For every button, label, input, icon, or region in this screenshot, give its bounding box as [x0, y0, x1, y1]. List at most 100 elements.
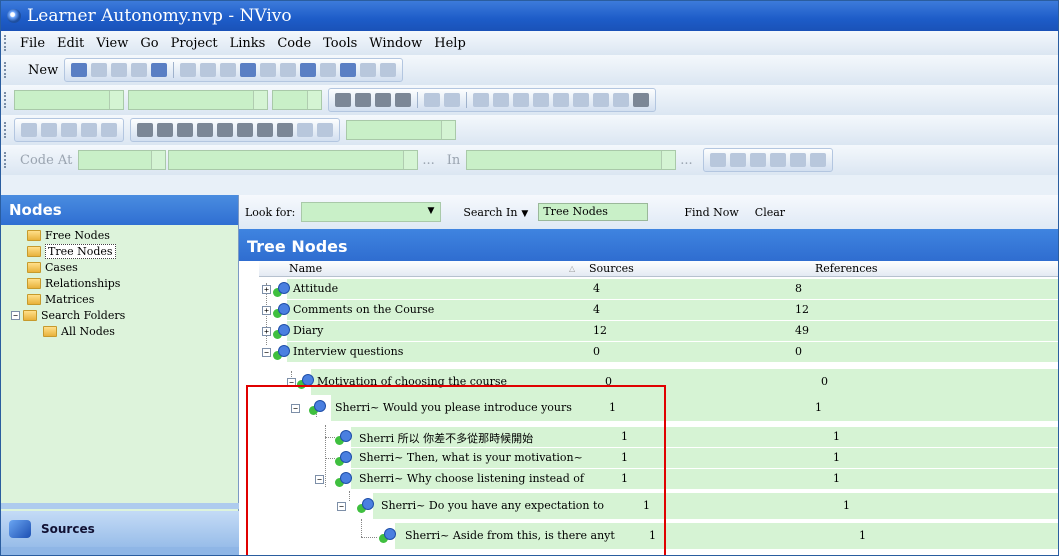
italic-icon[interactable]	[375, 93, 391, 107]
grid-combo[interactable]	[346, 120, 456, 140]
collapse-icon[interactable]: −	[291, 404, 300, 413]
chevron-down-icon[interactable]	[441, 121, 455, 139]
menu-view[interactable]: View	[96, 36, 128, 51]
table-row[interactable]: + Comments on the Course 4 12	[239, 300, 1058, 320]
chevron-down-icon[interactable]: ▼	[427, 206, 434, 216]
view-icon[interactable]	[280, 63, 297, 77]
menu-project[interactable]: Project	[171, 36, 218, 51]
forward-icon[interactable]	[41, 123, 57, 137]
nav-item-search-folders[interactable]: − Search Folders	[11, 307, 238, 323]
code-icon[interactable]	[709, 153, 726, 167]
menu-file[interactable]: File	[20, 36, 45, 51]
chevron-down-icon[interactable]	[307, 91, 321, 109]
list-icon[interactable]	[200, 63, 217, 77]
code-at-node-combo[interactable]	[168, 150, 419, 170]
binoculars-icon[interactable]	[633, 93, 649, 107]
new-button[interactable]: New	[28, 63, 58, 78]
menu-links[interactable]: Links	[230, 36, 266, 51]
bold-icon[interactable]	[355, 93, 371, 107]
highlight-icon[interactable]	[789, 153, 806, 167]
title-bar[interactable]: Learner Autonomy.nvp - NVivo	[1, 1, 1058, 31]
table-row[interactable]: Sherri 所以 你差不多從那時候開始 1 1	[239, 427, 1058, 447]
filter-icon[interactable]	[360, 63, 377, 77]
column-header-references[interactable]: References	[815, 262, 878, 275]
menu-window[interactable]: Window	[369, 36, 422, 51]
column-header-sources[interactable]: Sources	[589, 262, 634, 275]
nav-button-sources[interactable]: Sources	[1, 511, 239, 547]
chevron-down-icon[interactable]	[151, 151, 166, 169]
nav-item-matrices[interactable]: Matrices	[11, 291, 238, 307]
align-left-icon[interactable]	[473, 93, 489, 107]
table-row[interactable]: − Interview questions 0 0	[239, 342, 1058, 362]
align-center-icon[interactable]	[493, 93, 509, 107]
play-icon[interactable]	[297, 123, 313, 137]
toolbar-grip[interactable]	[4, 122, 10, 138]
find-now-button[interactable]: Find Now	[684, 206, 738, 219]
menu-code[interactable]: Code	[277, 36, 311, 51]
toolbar-grip[interactable]	[4, 152, 10, 168]
save-icon[interactable]	[71, 63, 88, 77]
chevron-down-icon[interactable]	[403, 151, 418, 169]
clear-button[interactable]: Clear	[755, 206, 785, 219]
toolbar-grip[interactable]	[4, 35, 10, 51]
nav-item-relationships[interactable]: Relationships	[11, 275, 238, 291]
rewind-icon[interactable]	[317, 123, 333, 137]
menu-go[interactable]: Go	[140, 36, 158, 51]
insert-icon[interactable]	[180, 63, 197, 77]
back-icon[interactable]	[21, 123, 37, 137]
shading-icon[interactable]	[444, 93, 460, 107]
expand-icon[interactable]: +	[262, 285, 271, 294]
outline-icon[interactable]	[220, 63, 237, 77]
undo-icon[interactable]	[151, 63, 168, 77]
copy-icon[interactable]	[111, 63, 128, 77]
toolbar-grip[interactable]	[4, 92, 10, 108]
table-row[interactable]: Sherri~ Aside from this, is there anyt 1…	[239, 523, 1058, 549]
numbering-icon[interactable]	[613, 93, 629, 107]
in-combo[interactable]	[466, 150, 677, 170]
repeat-icon[interactable]	[81, 123, 97, 137]
expand-icon[interactable]: +	[262, 327, 271, 336]
table-row[interactable]: − Sherri~ Why choose listening instead o…	[239, 469, 1058, 489]
color-icon[interactable]	[335, 93, 351, 107]
nav-item-all-nodes[interactable]: All Nodes	[11, 323, 238, 339]
table-icon[interactable]	[157, 123, 173, 137]
table-row[interactable]: Sherri~ Then, what is your motivation~ 1…	[239, 448, 1058, 468]
collapse-icon[interactable]: −	[337, 502, 346, 511]
menu-edit[interactable]: Edit	[57, 36, 84, 51]
collapse-icon[interactable]: −	[262, 348, 271, 357]
link-icon[interactable]	[260, 63, 277, 77]
table-row[interactable]: + Diary 12 49	[239, 321, 1058, 341]
in-ellipsis[interactable]: ...	[680, 153, 692, 168]
tools-icon[interactable]	[101, 123, 117, 137]
justify-icon[interactable]	[533, 93, 549, 107]
font-combo[interactable]	[128, 90, 268, 110]
border-icon[interactable]	[424, 93, 440, 107]
table-icon[interactable]	[217, 123, 233, 137]
search-in-button[interactable]: Search In ▼	[463, 206, 528, 219]
menu-help[interactable]: Help	[434, 36, 466, 51]
paste-icon[interactable]	[131, 63, 148, 77]
uncode-icon[interactable]	[729, 153, 746, 167]
detail-view-icon[interactable]	[300, 63, 317, 77]
nav-splitter[interactable]	[1, 503, 239, 509]
column-header-name[interactable]: Name	[289, 262, 322, 275]
chevron-down-icon[interactable]	[661, 151, 676, 169]
table-icon[interactable]	[137, 123, 153, 137]
nav-item-free-nodes[interactable]: Free Nodes	[11, 227, 238, 243]
chart-icon[interactable]	[240, 63, 257, 77]
indent-icon[interactable]	[573, 93, 589, 107]
sort-icon[interactable]	[340, 63, 357, 77]
table-icon[interactable]	[197, 123, 213, 137]
search-in-field[interactable]: Tree Nodes	[538, 203, 649, 221]
chevron-down-icon[interactable]	[109, 91, 123, 109]
style-combo[interactable]	[14, 90, 124, 110]
font-size-combo[interactable]	[272, 90, 322, 110]
stripes-icon[interactable]	[809, 153, 826, 167]
nav-item-tree-nodes[interactable]: Tree Nodes	[11, 243, 238, 259]
collapse-icon[interactable]: −	[11, 310, 20, 320]
chevron-down-icon[interactable]	[253, 91, 267, 109]
table-icon[interactable]	[237, 123, 253, 137]
table-row[interactable]: − Motivation of choosing the course 0 0	[239, 369, 1058, 395]
code-at-ellipsis[interactable]: ...	[422, 153, 434, 168]
refresh-icon[interactable]	[61, 123, 77, 137]
